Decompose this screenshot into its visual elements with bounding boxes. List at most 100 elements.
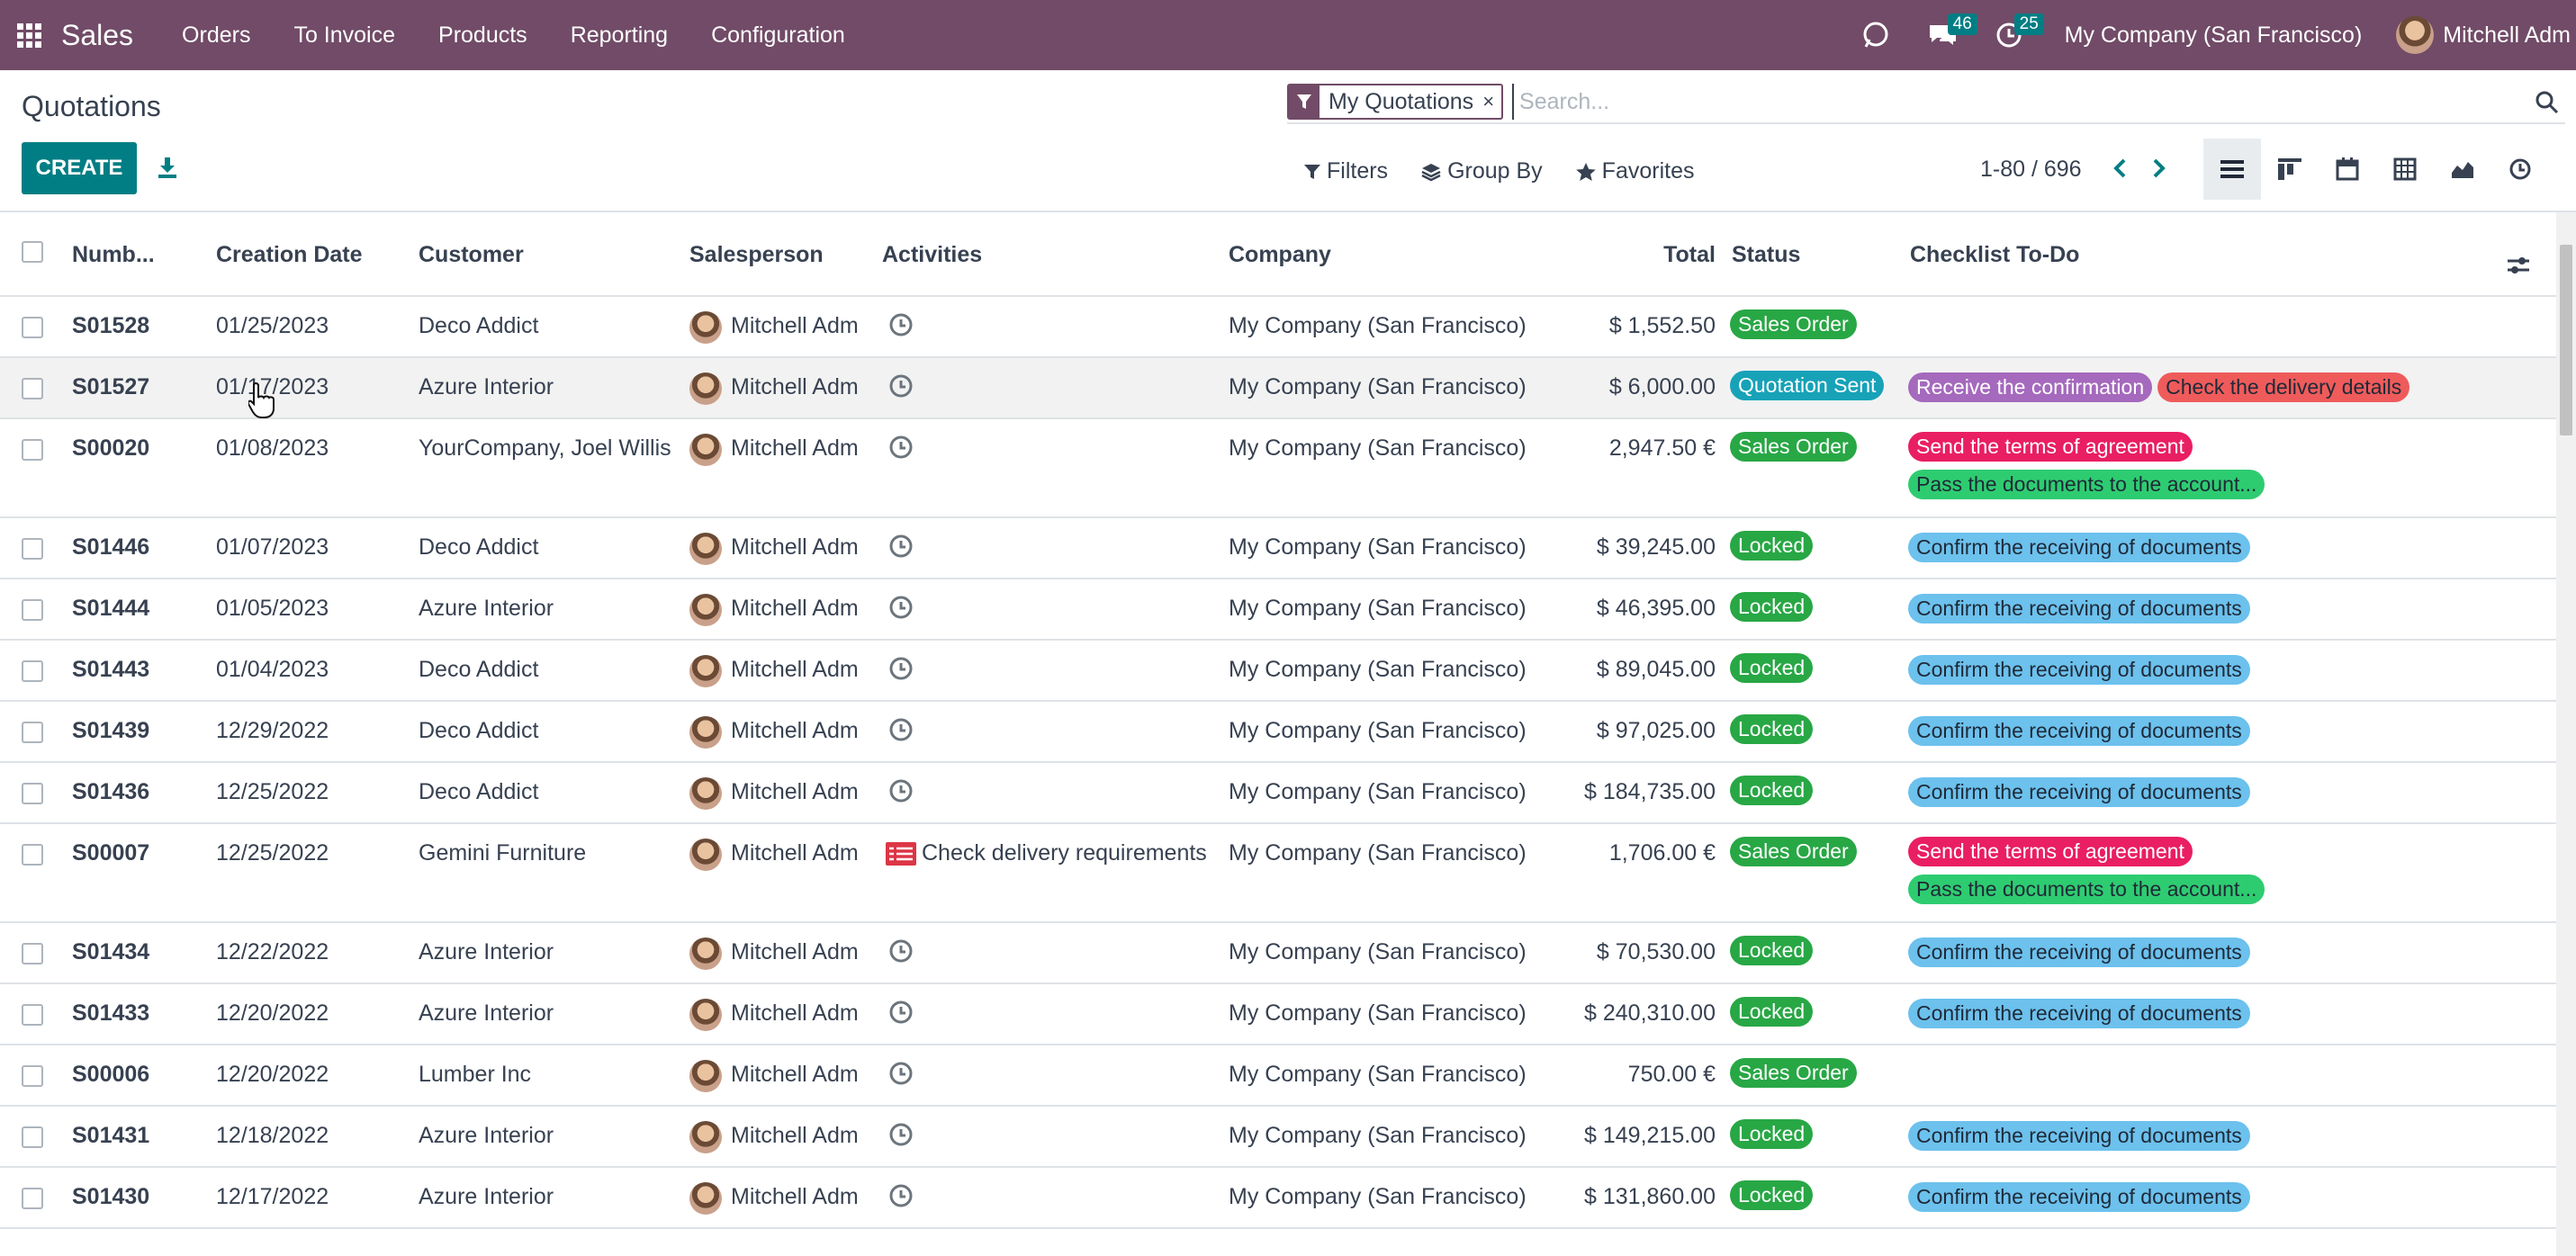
activity-clock-icon[interactable] — [887, 777, 914, 811]
row-checkbox[interactable] — [22, 844, 43, 866]
table-row[interactable]: S00007 12/25/2022 Gemini Furniture Mitchell… — [0, 824, 2556, 923]
activity-todo-icon[interactable] — [886, 842, 916, 872]
download-icon[interactable] — [151, 151, 184, 184]
kanban-view-icon[interactable] — [2261, 139, 2319, 200]
search-icon[interactable] — [2535, 90, 2560, 120]
activity-clock-icon[interactable] — [887, 1060, 914, 1093]
activity-clock-icon[interactable] — [887, 716, 914, 749]
graph-view-icon[interactable] — [2434, 139, 2491, 200]
checklist-tag[interactable]: Confirm the receiving of documents — [1908, 777, 2250, 807]
search-input[interactable] — [1512, 84, 2565, 120]
table-row[interactable]: S01443 01/04/2023 Deco Addict Mitchell Adm M… — [0, 641, 2556, 702]
apps-menu-icon[interactable] — [2, 0, 56, 70]
activity-clock-icon[interactable] — [887, 1182, 914, 1216]
row-checkbox[interactable] — [22, 599, 43, 621]
menu-configuration[interactable]: Configuration — [689, 0, 867, 70]
activity-clock-icon[interactable] — [887, 372, 914, 406]
row-checkbox[interactable] — [22, 1188, 43, 1209]
table-row[interactable]: S01444 01/05/2023 Azure Interior Mitchell A… — [0, 579, 2556, 641]
table-row[interactable]: S01434 12/22/2022 Azure Interior Mitchell A… — [0, 923, 2556, 984]
row-checkbox[interactable] — [22, 439, 43, 461]
favorites-dropdown[interactable]: Favorites — [1575, 158, 1694, 184]
checklist-tag[interactable]: Confirm the receiving of documents — [1908, 1182, 2250, 1212]
pivot-view-icon[interactable] — [2376, 139, 2434, 200]
row-checkbox[interactable] — [22, 722, 43, 743]
checklist-tag[interactable]: Pass the documents to the account... — [1908, 875, 2265, 904]
messages-icon[interactable]: 46 — [1915, 0, 1977, 70]
pager-value[interactable]: 1-80 / 696 — [1980, 157, 2082, 183]
menu-to-invoice[interactable]: To Invoice — [272, 0, 417, 70]
row-checkbox[interactable] — [22, 317, 43, 338]
table-row[interactable]: S00020 01/08/2023 YourCompany, Joel Willis… — [0, 419, 2556, 518]
menu-orders[interactable]: Orders — [160, 0, 272, 70]
table-row[interactable]: S01436 12/25/2022 Deco Addict Mitchell Adm M… — [0, 763, 2556, 824]
activity-clock-icon[interactable] — [887, 533, 914, 566]
groupby-dropdown[interactable]: Group By — [1420, 158, 1543, 184]
table-row[interactable]: S01431 12/18/2022 Azure Interior Mitchell A… — [0, 1107, 2556, 1168]
checklist-tag[interactable]: Pass the documents to the account... — [1908, 470, 2265, 499]
activity-clock-icon[interactable] — [887, 655, 914, 688]
row-checkbox[interactable] — [22, 538, 43, 560]
checklist-tag[interactable]: Confirm the receiving of documents — [1908, 655, 2250, 685]
activity-clock-icon[interactable] — [887, 999, 914, 1032]
create-button[interactable]: CREATE — [22, 142, 137, 194]
list-scrollbar[interactable] — [2556, 212, 2576, 1256]
pager-next-icon[interactable] — [2146, 153, 2173, 184]
activity-summary[interactable]: Check delivery requirements — [922, 840, 1207, 866]
table-row[interactable]: S00006 12/20/2022 Lumber Inc Mitchell Adm My… — [0, 1045, 2556, 1107]
checklist-tag[interactable]: Receive the confirmation — [1908, 372, 2153, 402]
filters-dropdown[interactable]: Filters — [1303, 158, 1388, 184]
column-salesperson[interactable]: Salesperson — [689, 242, 824, 268]
activity-clock-icon[interactable] — [887, 1121, 914, 1154]
activities-clock-icon[interactable]: 25 — [1982, 0, 2044, 70]
row-checkbox[interactable] — [22, 660, 43, 682]
user-avatar[interactable] — [2396, 16, 2435, 54]
column-checklist[interactable]: Checklist To-Do — [1910, 242, 2079, 268]
checklist-tag[interactable]: Send the terms of agreement — [1908, 837, 2193, 866]
column-number[interactable]: Numb... — [72, 242, 155, 268]
activity-clock-icon[interactable] — [887, 938, 914, 971]
column-creation-date[interactable]: Creation Date — [216, 242, 363, 268]
row-checkbox[interactable] — [22, 943, 43, 964]
table-row[interactable]: S01528 01/25/2023 Deco Addict Mitchell Adm M… — [0, 297, 2556, 358]
list-view-icon[interactable] — [2203, 139, 2261, 200]
menu-products[interactable]: Products — [417, 0, 549, 70]
row-checkbox[interactable] — [22, 783, 43, 804]
checklist-tag[interactable]: Confirm the receiving of documents — [1908, 716, 2250, 746]
company-switcher[interactable]: My Company (San Francisco) — [2065, 22, 2363, 49]
table-row[interactable]: S01446 01/07/2023 Deco Addict Mitchell Adm M… — [0, 518, 2556, 579]
checklist-tag[interactable]: Send the terms of agreement — [1908, 432, 2193, 462]
facet-remove-icon[interactable]: × — [1482, 85, 1501, 118]
checklist-tag[interactable]: Confirm the receiving of documents — [1908, 533, 2250, 562]
checklist-tag[interactable]: Confirm the receiving of documents — [1908, 594, 2250, 624]
optional-columns-icon[interactable] — [2506, 254, 2531, 283]
pager-previous-icon[interactable] — [2106, 153, 2133, 184]
table-row[interactable]: S01527 01/17/2023 Azure Interior Mitchell A… — [0, 358, 2556, 419]
voip-phone-icon[interactable] — [1849, 0, 1903, 70]
checklist-tag[interactable]: Check the delivery details — [2157, 372, 2410, 402]
checklist-tag[interactable]: Confirm the receiving of documents — [1908, 999, 2250, 1028]
table-row[interactable]: S01433 12/20/2022 Azure Interior Mitchell A… — [0, 984, 2556, 1045]
row-checkbox[interactable] — [22, 378, 43, 399]
row-checkbox[interactable] — [22, 1126, 43, 1148]
menu-reporting[interactable]: Reporting — [549, 0, 689, 70]
column-activities[interactable]: Activities — [882, 242, 982, 268]
table-row[interactable]: S01430 12/17/2022 Azure Interior Mitchell A… — [0, 1168, 2556, 1229]
column-status[interactable]: Status — [1732, 242, 1800, 268]
activity-clock-icon[interactable] — [887, 311, 914, 345]
user-menu[interactable]: Mitchell Adm — [2443, 22, 2571, 49]
calendar-view-icon[interactable] — [2319, 139, 2376, 200]
scrollbar-thumb[interactable] — [2560, 245, 2572, 435]
select-all-checkbox[interactable] — [22, 241, 43, 263]
table-row[interactable]: S01439 12/29/2022 Deco Addict Mitchell Adm M… — [0, 702, 2556, 763]
checklist-tag[interactable]: Confirm the receiving of documents — [1908, 1121, 2250, 1151]
column-customer[interactable]: Customer — [419, 242, 524, 268]
column-company[interactable]: Company — [1229, 242, 1331, 268]
app-brand[interactable]: Sales — [61, 19, 133, 52]
activity-clock-icon[interactable] — [887, 594, 914, 627]
row-checkbox[interactable] — [22, 1004, 43, 1026]
activity-clock-icon[interactable] — [887, 434, 914, 467]
checklist-tag[interactable]: Confirm the receiving of documents — [1908, 938, 2250, 967]
column-total[interactable]: Total — [1663, 242, 1716, 268]
activity-view-icon[interactable] — [2491, 139, 2549, 200]
